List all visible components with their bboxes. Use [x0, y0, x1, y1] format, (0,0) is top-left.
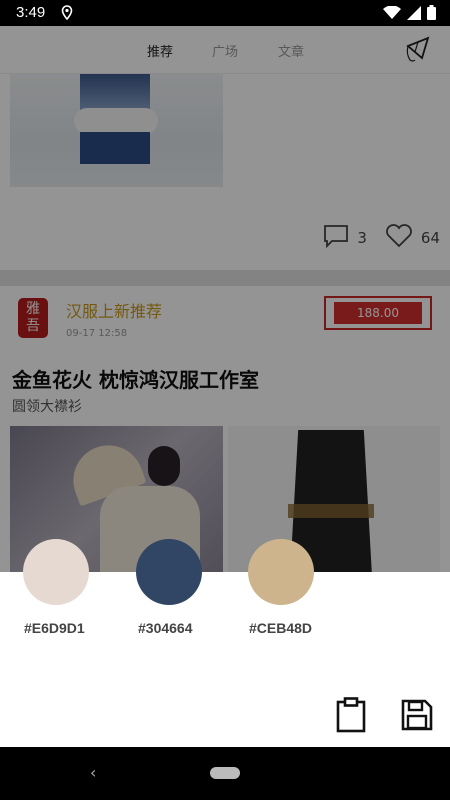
dim-overlay[interactable]: [0, 26, 450, 572]
save-button[interactable]: [400, 696, 434, 734]
copy-button[interactable]: [334, 696, 368, 734]
color-hex-label[interactable]: #304664: [138, 620, 193, 636]
feed-screen: 推荐 广场 文章 3 64 雅 吾 汉服上新推荐 09-17 12:58 188…: [0, 26, 450, 572]
system-nav-bar: ‹: [0, 747, 450, 800]
clipboard-icon: [336, 697, 366, 733]
location-icon: [61, 5, 73, 24]
save-icon: [401, 699, 433, 731]
color-hex-label[interactable]: #CEB48D: [249, 620, 312, 636]
home-pill[interactable]: [210, 767, 240, 779]
color-swatch[interactable]: [248, 539, 314, 605]
back-icon[interactable]: ‹: [90, 763, 96, 782]
color-hex-label[interactable]: #E6D9D1: [24, 620, 85, 636]
status-bar: 3:49: [0, 0, 450, 26]
color-swatch[interactable]: [136, 539, 202, 605]
status-time: 3:49: [16, 4, 46, 21]
wifi-icon: [383, 5, 401, 19]
system-icons: [383, 5, 436, 20]
signal-icon: [407, 5, 421, 20]
color-palette-sheet: #E6D9D1 #304664 #CEB48D: [0, 539, 450, 747]
color-swatch[interactable]: [23, 539, 89, 605]
battery-icon: [427, 5, 436, 20]
